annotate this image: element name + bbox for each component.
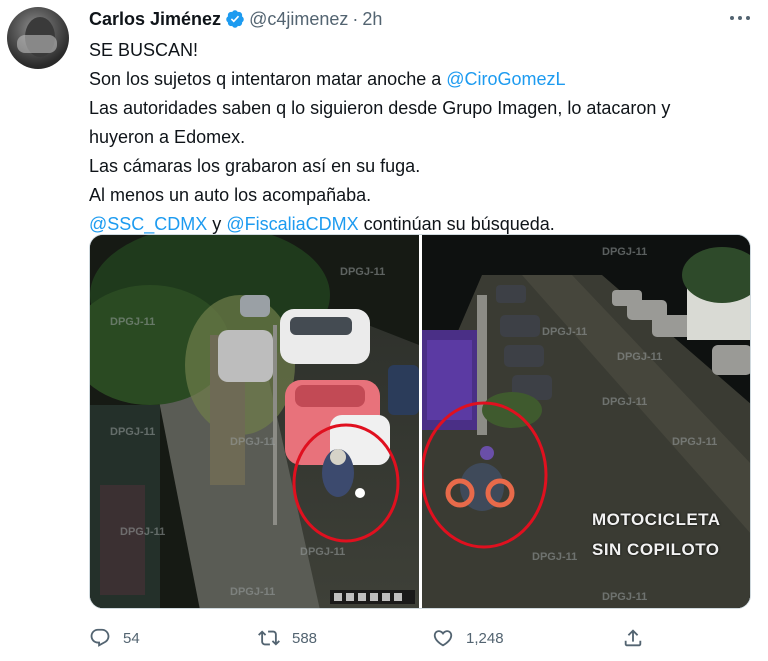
tweet-text-segment: SE BUSCAN! bbox=[89, 40, 199, 60]
tweet-text-line: SE BUSCAN! bbox=[89, 36, 749, 65]
svg-text:DPGJ-11: DPGJ-11 bbox=[340, 266, 385, 278]
svg-text:DPGJ-11: DPGJ-11 bbox=[542, 326, 587, 338]
svg-text:DPGJ-11: DPGJ-11 bbox=[602, 396, 647, 408]
avatar[interactable] bbox=[7, 7, 69, 69]
svg-text:DPGJ-11: DPGJ-11 bbox=[532, 551, 577, 563]
cctv-scene-left: DPGJ-11 DPGJ-11 DPGJ-11 DPGJ-11 DPGJ-11 … bbox=[90, 235, 419, 608]
timestamp[interactable]: 2h bbox=[362, 9, 382, 30]
tweet-text-line: huyeron a Edomex. bbox=[89, 123, 749, 152]
like-icon bbox=[433, 630, 453, 647]
retweet-button[interactable]: 588 bbox=[258, 624, 317, 652]
tweet-actions: 54 588 1,248 bbox=[89, 624, 751, 652]
avatar-hand bbox=[17, 35, 57, 53]
reply-icon bbox=[90, 628, 110, 647]
like-button[interactable]: 1,248 bbox=[432, 624, 504, 652]
tweet-text-segment: Son los sujetos q intentaron matar anoch… bbox=[89, 69, 447, 89]
cctv-caption-line-2: SIN COPILOTO bbox=[592, 540, 720, 559]
verified-badge-icon bbox=[225, 9, 245, 29]
tweet-text-segment: continúan su búsqueda. bbox=[358, 214, 555, 234]
svg-text:DPGJ-11: DPGJ-11 bbox=[617, 351, 662, 363]
retweet-count: 588 bbox=[292, 629, 318, 647]
mention-link[interactable]: @SSC_CDMX bbox=[89, 214, 207, 234]
tweet-text: SE BUSCAN! Son los sujetos q intentaron m… bbox=[89, 36, 749, 239]
display-name[interactable]: Carlos Jiménez bbox=[89, 9, 221, 30]
tweet-text-segment: Las autoridades saben q lo siguieron des… bbox=[89, 98, 671, 118]
more-options-button[interactable] bbox=[728, 9, 752, 27]
svg-text:DPGJ-11: DPGJ-11 bbox=[230, 436, 275, 448]
tweet-media[interactable]: DPGJ-11 DPGJ-11 DPGJ-11 DPGJ-11 DPGJ-11 … bbox=[89, 234, 751, 609]
svg-text:DPGJ-11: DPGJ-11 bbox=[672, 436, 717, 448]
cctv-image-left[interactable]: DPGJ-11 DPGJ-11 DPGJ-11 DPGJ-11 DPGJ-11 … bbox=[90, 235, 419, 608]
tweet-text-line: Al menos un auto los acompañaba. bbox=[89, 181, 749, 210]
cctv-caption-line-1: MOTOCICLETA bbox=[592, 510, 721, 529]
tweet-text-line: Son los sujetos q intentaron matar anoch… bbox=[89, 65, 749, 94]
user-handle[interactable]: @c4jimenez bbox=[249, 9, 348, 30]
reply-count: 54 bbox=[123, 629, 140, 647]
svg-text:DPGJ-11: DPGJ-11 bbox=[120, 526, 165, 538]
mention-link[interactable]: @FiscaliaCDMX bbox=[226, 214, 358, 234]
svg-text:DPGJ-11: DPGJ-11 bbox=[602, 591, 647, 603]
tweet-text-segment: Al menos un auto los acompañaba. bbox=[89, 185, 372, 205]
more-dot-icon bbox=[746, 16, 750, 20]
share-button[interactable] bbox=[622, 624, 656, 652]
like-count: 1,248 bbox=[466, 629, 504, 647]
svg-text:DPGJ-11: DPGJ-11 bbox=[300, 546, 345, 558]
tweet-header: Carlos Jiménez @c4jimenez · 2h bbox=[89, 8, 382, 30]
more-dot-icon bbox=[730, 16, 734, 20]
tweet-text-line: Las cámaras los grabaron así en su fuga. bbox=[89, 152, 749, 181]
tweet[interactable]: Carlos Jiménez @c4jimenez · 2h SE BUSCAN… bbox=[0, 0, 768, 661]
tweet-text-line: Las autoridades saben q lo siguieron des… bbox=[89, 94, 749, 123]
svg-text:DPGJ-11: DPGJ-11 bbox=[110, 316, 155, 328]
reply-button[interactable]: 54 bbox=[89, 624, 140, 652]
tweet-text-segment: Las cámaras los grabaron así en su fuga. bbox=[89, 156, 421, 176]
tweet-text-segment: huyeron a Edomex. bbox=[89, 127, 246, 147]
retweet-icon bbox=[258, 630, 280, 646]
cctv-image-right[interactable]: DPGJ-11 DPGJ-11 DPGJ-11 DPGJ-11 DPGJ-11 … bbox=[422, 235, 750, 608]
tweet-text-segment: y bbox=[207, 214, 227, 234]
share-icon bbox=[624, 629, 642, 647]
svg-text:DPGJ-11: DPGJ-11 bbox=[230, 586, 275, 598]
separator-dot: · bbox=[352, 8, 359, 29]
svg-text:DPGJ-11: DPGJ-11 bbox=[602, 246, 647, 258]
mention-link[interactable]: @CiroGomezL bbox=[446, 69, 565, 89]
svg-text:DPGJ-11: DPGJ-11 bbox=[110, 426, 155, 438]
more-dot-icon bbox=[738, 16, 742, 20]
